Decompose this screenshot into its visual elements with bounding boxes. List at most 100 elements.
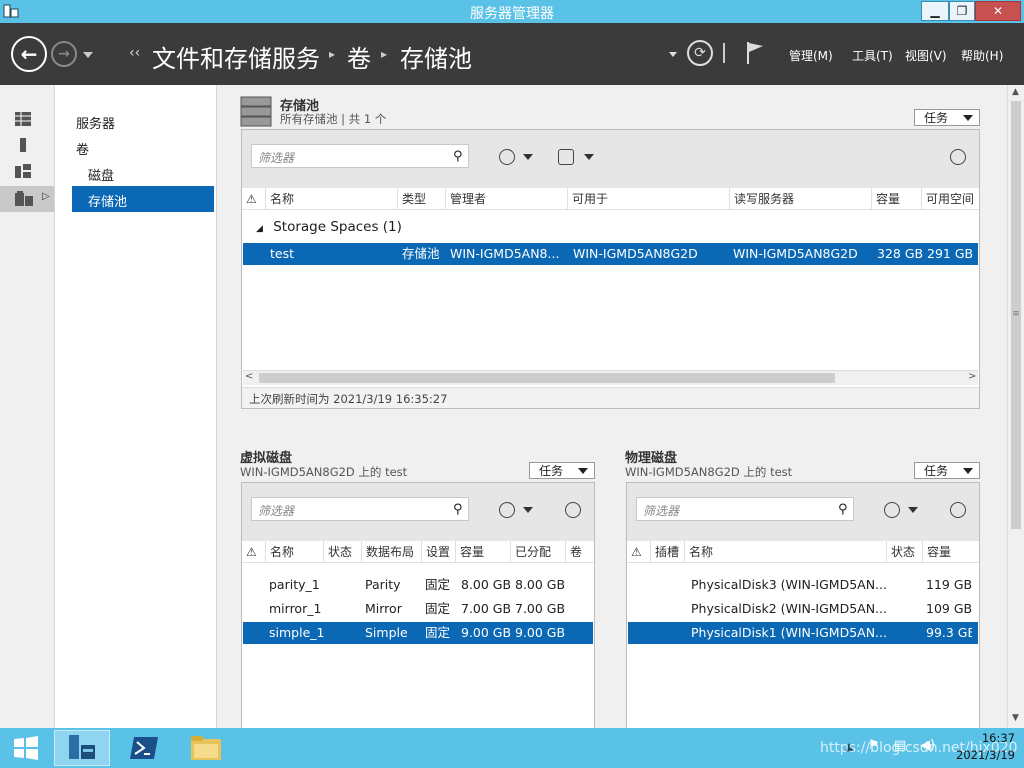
back-button[interactable]: ← <box>11 36 47 72</box>
menu-tools[interactable]: 工具(T) <box>852 47 893 64</box>
breadcrumb-item-storage-pools[interactable]: 存储池 <box>400 39 472 74</box>
table-row[interactable]: test 存储池 WIN-IGMD5AN8... WIN-IGMD5AN8G2D… <box>243 243 978 265</box>
column-header-rw-server[interactable]: 读写服务器 <box>730 188 872 210</box>
table-row[interactable]: PhysicalDisk1 (WIN-IGMD5AN... 99.3 GB <box>628 622 978 644</box>
table-row[interactable]: PhysicalDisk3 (WIN-IGMD5AN... 119 GB <box>628 574 978 596</box>
scroll-up-icon[interactable]: ▲ <box>1012 87 1019 97</box>
taskbar-file-explorer[interactable] <box>178 730 234 766</box>
minimize-button[interactable]: ▁ <box>921 1 949 21</box>
nav-item-label: 存储池 <box>88 195 128 210</box>
vertical-scrollbar[interactable]: ▲ ≡ ▼ <box>1007 85 1024 728</box>
header-bar: ← → ‹‹ 文件和存储服务 ▸ 卷 ▸ 存储池 ⟳ 管理(M) 工具(T) 视… <box>0 23 1024 85</box>
refresh-icon[interactable]: ⟳ <box>687 40 713 66</box>
column-header-capacity[interactable]: 容量 <box>923 541 979 563</box>
virtual-disks-tasks-button[interactable]: 任务 <box>529 462 595 479</box>
dashboard-icon[interactable] <box>14 111 34 127</box>
scrollbar-thumb[interactable] <box>259 373 835 383</box>
table-row[interactable]: mirror_1 Mirror 固定 7.00 GB 7.00 GB <box>243 598 593 620</box>
warning-column-icon[interactable]: ⚠ <box>242 188 266 210</box>
scrollbar-thumb[interactable]: ≡ <box>1011 101 1021 529</box>
table-row[interactable]: PhysicalDisk2 (WIN-IGMD5AN... 109 GB <box>628 598 978 620</box>
column-header-status[interactable]: 状态 <box>324 541 362 563</box>
column-header-status[interactable]: 状态 <box>887 541 923 563</box>
nav-item-disks[interactable]: 磁盘 <box>88 165 114 184</box>
column-header-capacity[interactable]: 容量 <box>872 188 922 210</box>
list-view-dropdown-icon[interactable] <box>908 507 918 513</box>
physical-disks-panel: 筛选器 ⚲ ⚠ 插槽 名称 状态 容量 PhysicalDisk3 (WIN-I… <box>626 482 980 732</box>
breadcrumb-root-chevron-icon[interactable]: ‹‹ <box>129 45 140 61</box>
column-header-slot[interactable]: 插槽 <box>651 541 685 563</box>
cell-layout: Parity <box>365 577 401 592</box>
list-view-icon[interactable] <box>884 502 900 518</box>
horizontal-scrollbar[interactable]: < > <box>243 370 978 385</box>
column-header-managed-by[interactable]: 管理者 <box>446 188 568 210</box>
scroll-left-icon[interactable]: < <box>245 371 253 382</box>
column-header-name[interactable]: 名称 <box>266 188 398 210</box>
save-query-dropdown-icon[interactable] <box>584 154 594 160</box>
list-view-icon[interactable] <box>499 502 515 518</box>
start-button[interactable] <box>0 730 52 766</box>
clock-time[interactable]: 16:37 <box>955 731 1015 745</box>
pd-filter-bar: 筛选器 ⚲ <box>627 483 979 541</box>
storage-pools-subtitle: 所有存储池 | 共 1 个 <box>280 112 387 126</box>
search-icon[interactable]: ⚲ <box>453 149 463 164</box>
forward-button[interactable]: → <box>51 41 77 67</box>
column-header-allocated[interactable]: 已分配 <box>511 541 566 563</box>
column-header-available-to[interactable]: 可用于 <box>568 188 730 210</box>
collapse-filter-icon[interactable] <box>950 502 966 518</box>
list-view-icon[interactable] <box>499 149 515 165</box>
restore-button[interactable]: ❐ <box>949 1 975 21</box>
warning-column-icon[interactable]: ⚠ <box>627 541 651 563</box>
notifications-flag-icon[interactable] <box>745 40 765 69</box>
pd-filter-input[interactable]: 筛选器 <box>636 497 854 521</box>
breadcrumb-item-file-storage[interactable]: 文件和存储服务 <box>152 39 320 74</box>
menu-help[interactable]: 帮助(H) <box>961 47 1003 64</box>
local-server-icon[interactable] <box>14 137 34 153</box>
pools-filter-input[interactable]: 筛选器 <box>251 144 469 168</box>
cell-name: parity_1 <box>269 577 320 592</box>
column-header-free-space[interactable]: 可用空间 <box>922 188 979 210</box>
table-row[interactable]: parity_1 Parity 固定 8.00 GB 8.00 GB <box>243 574 593 596</box>
history-dropdown-icon[interactable] <box>83 52 93 58</box>
column-header-layout[interactable]: 数据布局 <box>362 541 422 563</box>
column-header-capacity[interactable]: 容量 <box>456 541 511 563</box>
collapse-filter-icon[interactable] <box>950 149 966 165</box>
taskbar-server-manager[interactable] <box>54 730 110 766</box>
warning-column-icon[interactable]: ⚠ <box>242 541 266 563</box>
windows-logo-icon <box>14 736 38 760</box>
column-header-volume[interactable]: 卷 <box>566 541 594 563</box>
pools-tasks-button[interactable]: 任务 <box>914 109 980 126</box>
breadcrumb-item-volumes[interactable]: 卷 <box>347 39 371 74</box>
breadcrumb-dropdown-icon[interactable] <box>669 52 677 57</box>
menu-view[interactable]: 视图(V) <box>905 47 947 64</box>
close-button[interactable]: ✕ <box>975 1 1021 21</box>
collapse-filter-icon[interactable] <box>565 502 581 518</box>
group-header-storage-spaces[interactable]: ◢ Storage Spaces (1) <box>256 219 402 235</box>
all-servers-icon[interactable] <box>14 163 34 179</box>
save-query-icon[interactable] <box>558 149 574 165</box>
storage-pools-panel: 筛选器 ⚲ ⚠ 名称 类型 管理者 可用于 读写服务器 容量 可用空间 ◢ St… <box>241 129 980 409</box>
table-row[interactable]: simple_1 Simple 固定 9.00 GB 9.00 GB <box>243 622 593 644</box>
nav-item-servers[interactable]: 服务器 <box>76 113 115 132</box>
vd-filter-input[interactable]: 筛选器 <box>251 497 469 521</box>
column-header-name[interactable]: 名称 <box>266 541 324 563</box>
scroll-right-icon[interactable]: > <box>968 371 976 382</box>
nav-item-volumes[interactable]: 卷 <box>76 139 89 158</box>
taskbar-powershell[interactable] <box>116 730 172 766</box>
cell-provisioning: 固定 <box>425 601 451 616</box>
column-header-name[interactable]: 名称 <box>685 541 887 563</box>
list-view-dropdown-icon[interactable] <box>523 507 533 513</box>
file-storage-rail-item[interactable]: ▷ <box>0 186 54 212</box>
list-view-dropdown-icon[interactable] <box>523 154 533 160</box>
column-header-type[interactable]: 类型 <box>398 188 446 210</box>
column-header-provisioning[interactable]: 设置 <box>422 541 456 563</box>
search-icon[interactable]: ⚲ <box>453 502 463 517</box>
clock-date[interactable]: 2021/3/19 <box>940 748 1015 762</box>
powershell-icon <box>130 737 158 759</box>
scroll-down-icon[interactable]: ▼ <box>1012 713 1019 723</box>
breadcrumb-separator-icon: ▸ <box>381 47 388 61</box>
physical-disks-tasks-button[interactable]: 任务 <box>914 462 980 479</box>
search-icon[interactable]: ⚲ <box>838 502 848 517</box>
nav-item-storage-pools[interactable]: 存储池 <box>72 186 214 212</box>
menu-manage[interactable]: 管理(M) <box>789 47 833 64</box>
